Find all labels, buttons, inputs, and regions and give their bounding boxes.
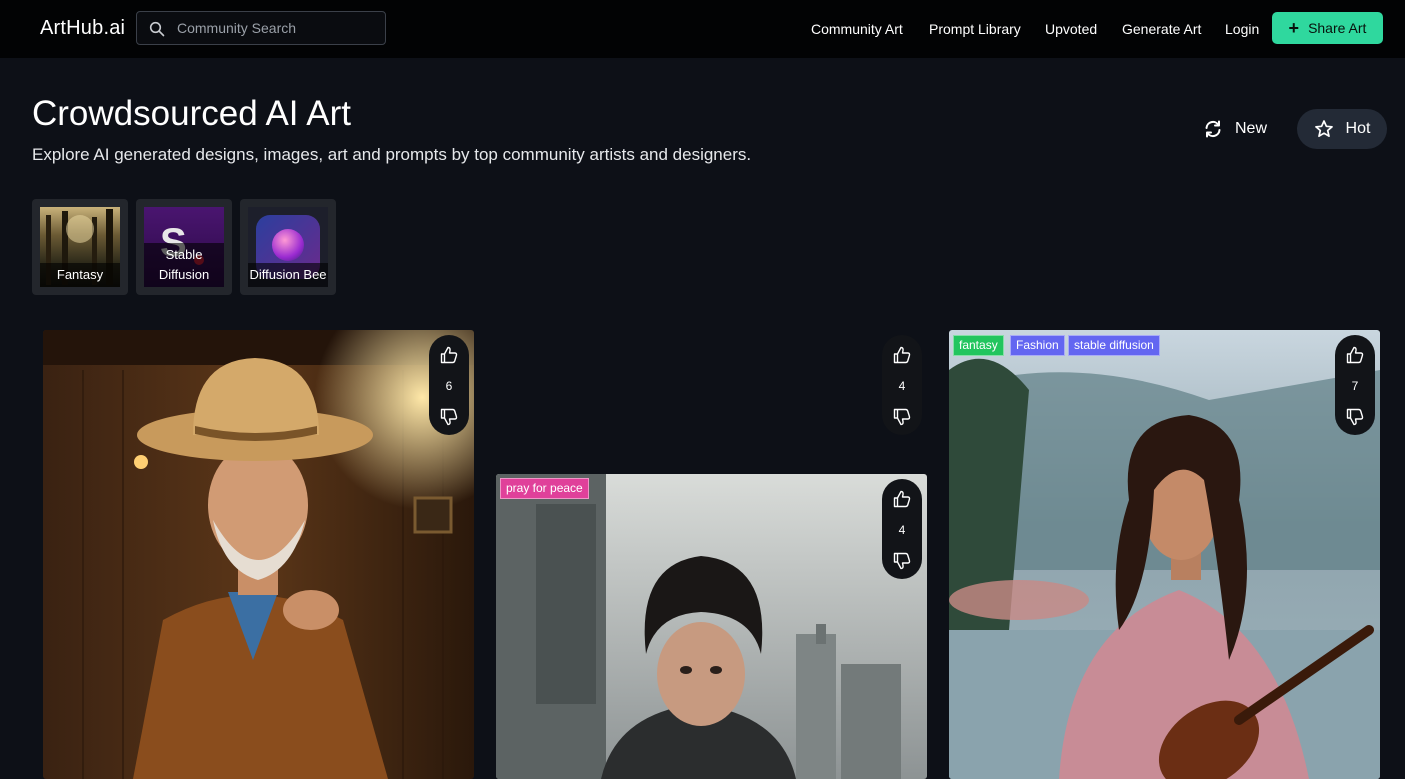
plus-icon: + xyxy=(1288,18,1300,38)
thumbs-up-icon[interactable] xyxy=(892,345,912,365)
thumbs-down-icon[interactable] xyxy=(1345,407,1365,427)
category-diffusion-bee[interactable]: Diffusion Bee xyxy=(240,199,336,295)
tag-badge[interactable]: fantasy xyxy=(953,335,1004,356)
tag-badge[interactable]: Fashion xyxy=(1010,335,1065,356)
sort-hot-button[interactable]: Hot xyxy=(1297,109,1387,149)
vote-count: 7 xyxy=(1351,379,1359,393)
search-input[interactable] xyxy=(177,12,377,44)
art-card-violinist[interactable]: fantasy Fashion stable diffusion 7 xyxy=(949,330,1380,779)
nav-prompt-library[interactable]: Prompt Library xyxy=(929,0,1021,58)
nav-generate-art[interactable]: Generate Art xyxy=(1122,0,1201,58)
sort-new-button[interactable]: New xyxy=(1190,109,1280,149)
category-stable-diffusion[interactable]: S Stable Diffusion xyxy=(136,199,232,295)
page-subtitle: Explore AI generated designs, images, ar… xyxy=(32,145,752,164)
site-logo[interactable]: ArtHub.ai xyxy=(40,17,125,40)
star-icon xyxy=(1314,120,1333,138)
category-label: Diffusion Bee xyxy=(248,263,328,287)
art-card-cowboy[interactable]: 6 xyxy=(43,330,474,779)
thumbs-down-icon[interactable] xyxy=(892,407,912,427)
search-icon xyxy=(149,21,165,37)
vote-widget: 7 xyxy=(1335,335,1375,435)
tag-badge[interactable]: stable diffusion xyxy=(1068,335,1160,356)
vote-count: 6 xyxy=(445,379,453,393)
sort-new-label: New xyxy=(1234,120,1267,137)
thumbs-down-icon[interactable] xyxy=(892,551,912,571)
page-title: Crowdsourced AI Art xyxy=(32,94,352,133)
art-image-child xyxy=(496,474,927,779)
art-image-cowboy xyxy=(43,330,474,779)
category-label: Fantasy xyxy=(40,263,120,287)
art-card-empty[interactable]: 4 xyxy=(496,330,927,470)
refresh-icon xyxy=(1205,120,1221,138)
share-art-button[interactable]: + Share Art xyxy=(1272,12,1383,44)
vote-widget: 4 xyxy=(882,479,922,579)
nav-login[interactable]: Login xyxy=(1225,0,1259,58)
share-art-label: Share Art xyxy=(1308,20,1367,36)
search-box[interactable] xyxy=(136,11,386,45)
thumbs-down-icon[interactable] xyxy=(439,407,459,427)
vote-widget: 6 xyxy=(429,335,469,435)
category-fantasy[interactable]: Fantasy xyxy=(32,199,128,295)
art-image-violinist xyxy=(949,330,1380,779)
vote-count: 4 xyxy=(898,379,906,393)
art-card-child[interactable]: pray for peace 4 xyxy=(496,474,927,779)
vote-widget: 4 xyxy=(882,335,922,435)
category-label: Stable Diffusion xyxy=(144,243,224,287)
top-navbar: ArtHub.ai Community Art Prompt Library U… xyxy=(0,0,1405,58)
nav-upvoted[interactable]: Upvoted xyxy=(1045,0,1097,58)
thumbs-up-icon[interactable] xyxy=(1345,345,1365,365)
tag-badge[interactable]: pray for peace xyxy=(500,478,589,499)
nav-community-art[interactable]: Community Art xyxy=(811,0,903,58)
thumbs-up-icon[interactable] xyxy=(439,345,459,365)
sort-hot-label: Hot xyxy=(1345,120,1371,137)
thumbs-up-icon[interactable] xyxy=(892,489,912,509)
vote-count: 4 xyxy=(898,523,906,537)
